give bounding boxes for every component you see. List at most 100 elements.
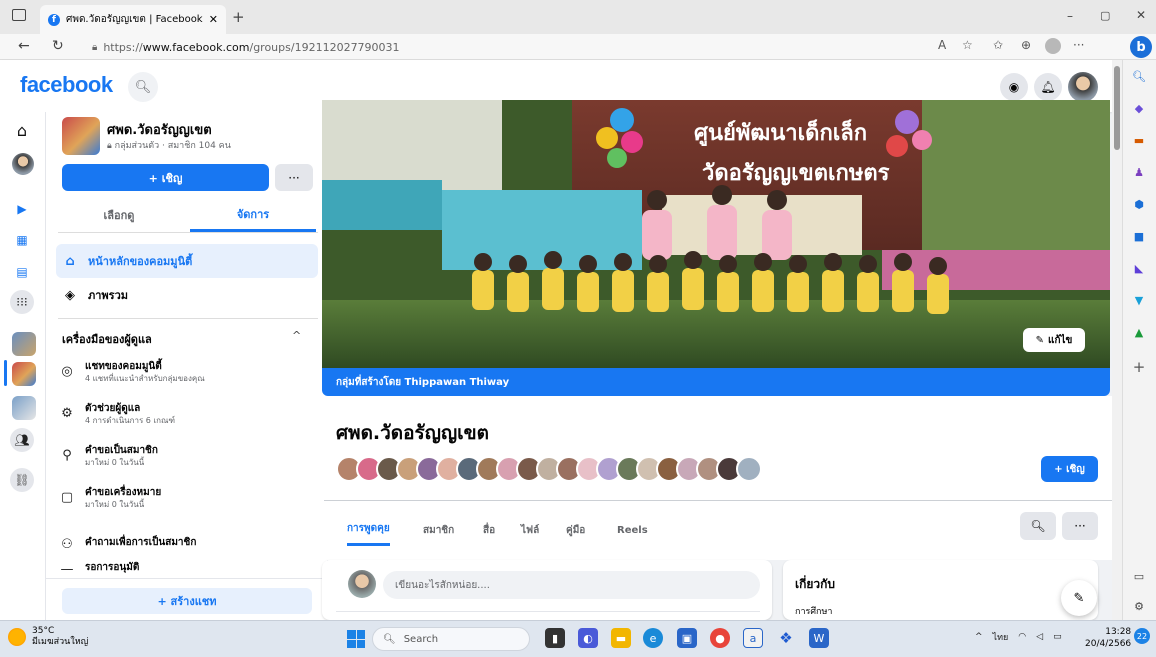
sidebar-toolbox-icon[interactable]: ▬: [1131, 134, 1147, 148]
input-language[interactable]: ไทย: [993, 630, 1009, 644]
panel-tab-browse[interactable]: เลือกดู: [56, 198, 182, 232]
tab-actions-icon[interactable]: [12, 9, 26, 21]
chevron-up-icon[interactable]: ^: [292, 329, 301, 342]
word-icon[interactable]: W: [809, 628, 829, 648]
group-shortcut-2[interactable]: [12, 396, 36, 420]
home-icon[interactable]: ⌂: [10, 118, 34, 142]
time: 13:28: [1105, 627, 1132, 637]
messenger-icon[interactable]: ◉: [1000, 73, 1028, 101]
docs-icon[interactable]: a: [743, 628, 763, 648]
group-shortcut-current[interactable]: [12, 362, 36, 386]
group-more-icon[interactable]: ···: [1062, 512, 1098, 540]
close-tab-icon[interactable]: ✕: [209, 13, 218, 26]
sidebar-games-icon[interactable]: ♟: [1131, 166, 1147, 180]
file-explorer-icon[interactable]: ▬: [611, 628, 631, 648]
favorite-star-icon[interactable]: ☆: [962, 38, 973, 52]
notifications-bell-icon[interactable]: 🔔︎: [1034, 73, 1062, 101]
more-options-icon[interactable]: ···: [1073, 38, 1084, 52]
tool-badge-requests[interactable]: ▢ คำขอเครื่องหมาย มาใหม่ 0 ในวันนี้: [58, 486, 161, 520]
tool-member-requests[interactable]: ⚲ คำขอเป็นสมาชิก มาใหม่ 0 ในวันนี้: [58, 444, 158, 478]
bing-copilot-icon[interactable]: b: [1130, 36, 1152, 58]
sidebar-tree-icon[interactable]: ▲: [1131, 326, 1147, 340]
minimize-icon[interactable]: –: [1067, 9, 1073, 23]
tab-members[interactable]: สมาชิก: [423, 514, 454, 546]
scrollbar-thumb[interactable]: [1114, 66, 1120, 150]
menu-grid-icon[interactable]: ⁝⁝⁝: [10, 290, 34, 314]
account-avatar[interactable]: [1068, 72, 1098, 102]
new-tab-icon[interactable]: +: [232, 8, 245, 26]
browser-tab[interactable]: f ศพด.วัดอรัญญเขต | Facebook ✕: [40, 5, 226, 34]
tab-reels[interactable]: Reels: [617, 514, 648, 546]
more-button[interactable]: ···: [275, 164, 313, 191]
composer-input[interactable]: เขียนอะไรสักหน่อย....: [383, 571, 760, 599]
facebook-search-icon[interactable]: 🔍︎: [128, 72, 158, 102]
marketplace-icon[interactable]: ▦: [10, 228, 34, 252]
create-chat-button[interactable]: + สร้างแชท: [62, 588, 312, 614]
lock-icon: 🔒︎: [92, 41, 98, 53]
teams-icon[interactable]: ◐: [578, 628, 598, 648]
group-shortcut-1[interactable]: [12, 332, 36, 356]
group-thumbnail[interactable]: [62, 117, 100, 155]
invite-main-button[interactable]: + เชิญ: [1041, 456, 1098, 482]
watch-icon[interactable]: ▶: [10, 197, 34, 221]
new-message-icon[interactable]: ✎: [1061, 580, 1097, 616]
notification-badge[interactable]: 22: [1134, 628, 1150, 644]
sidebar-tag-icon[interactable]: ◆: [1131, 102, 1147, 116]
invite-button[interactable]: + เชิญ: [62, 164, 269, 191]
sidebar-add-icon[interactable]: +: [1131, 358, 1147, 376]
read-aloud-icon[interactable]: A: [938, 38, 946, 52]
sidebar-search-icon[interactable]: 🔍︎: [1131, 70, 1147, 84]
tool-admin-assist[interactable]: ⚙ ตัวช่วยผู้ดูแล 4 การดำเนินการ 6 เกณฑ์: [58, 402, 175, 436]
collections-icon[interactable]: ⊕: [1021, 38, 1031, 52]
weather-widget[interactable]: 35°C มีเมฆส่วนใหญ่: [8, 626, 88, 648]
taskbar-search[interactable]: 🔍︎ Search: [372, 627, 530, 651]
groups-icon[interactable]: 👥︎: [10, 428, 34, 452]
group-name[interactable]: ศพด.วัดอรัญญเขต: [107, 119, 212, 140]
favorites-icon[interactable]: ✩: [993, 38, 1003, 52]
dropbox-icon[interactable]: ❖: [776, 628, 796, 648]
system-tray[interactable]: ^ ไทย ◠ ◁ ▭: [975, 630, 1062, 644]
wifi-icon[interactable]: ◠: [1018, 632, 1026, 642]
cover-photo[interactable]: ศูนย์พัฒนาเด็กเล็ก วัดอรัญญเขตเกษตร: [322, 100, 1110, 368]
back-icon[interactable]: ←: [18, 38, 30, 54]
nav-community-home[interactable]: ⌂ หน้าหลักของคอมมูนิตี้: [56, 244, 318, 278]
tab-files[interactable]: ไฟล์: [521, 514, 539, 546]
profile-avatar-icon[interactable]: [1045, 38, 1061, 54]
url-field[interactable]: 🔒︎ https://www.facebook.com/groups/19211…: [92, 37, 400, 57]
tray-chevron-icon[interactable]: ^: [975, 632, 983, 642]
chrome-icon[interactable]: ●: [710, 628, 730, 648]
nav-overview[interactable]: ◈ ภาพรวม: [56, 278, 318, 312]
link-icon[interactable]: ⛓: [10, 468, 34, 492]
sidebar-designer-icon[interactable]: ◣: [1131, 262, 1147, 276]
composer-avatar[interactable]: [348, 570, 376, 598]
tab-guides[interactable]: คู่มือ: [566, 514, 585, 546]
edit-cover-button[interactable]: ✎ แก้ไข: [1023, 328, 1085, 352]
member-avatars[interactable]: [336, 456, 762, 484]
edge-icon[interactable]: e: [643, 628, 663, 648]
sidebar-split-icon[interactable]: ▭: [1131, 570, 1147, 584]
facebook-logo[interactable]: facebook: [20, 72, 113, 98]
panel-tab-manage[interactable]: จัดการ: [190, 198, 316, 232]
windows-start-icon[interactable]: [347, 630, 365, 648]
store-icon[interactable]: ▣: [677, 628, 697, 648]
member-avatar[interactable]: [736, 456, 762, 482]
restore-icon[interactable]: ▢: [1100, 9, 1110, 22]
gear-icon: ⚙: [61, 406, 73, 421]
task-view-icon[interactable]: ▮: [545, 628, 565, 648]
tool-community-chats[interactable]: ◎ แชทของคอมมูนิตี้ 4 แชทที่แนะนำสำหรับกลุ…: [58, 360, 204, 394]
sidebar-office-icon[interactable]: ⬢: [1131, 198, 1147, 212]
sidebar-drop-icon[interactable]: ▼: [1131, 294, 1147, 308]
feeds-icon[interactable]: ▤: [10, 260, 34, 284]
refresh-icon[interactable]: ↻: [52, 38, 64, 54]
volume-icon[interactable]: ◁: [1036, 632, 1043, 642]
sidebar-settings-icon[interactable]: ⚙: [1131, 600, 1147, 614]
battery-icon[interactable]: ▭: [1053, 632, 1062, 642]
tab-media[interactable]: สื่อ: [483, 514, 495, 546]
sidebar-outlook-icon[interactable]: ■: [1131, 230, 1147, 244]
taskbar-clock[interactable]: 13:28 20/4/2566: [1085, 626, 1131, 650]
rail-profile-avatar[interactable]: [12, 153, 34, 175]
tab-discussion[interactable]: การพูดคุย: [347, 514, 390, 546]
close-window-icon[interactable]: ✕: [1136, 8, 1146, 22]
home-icon: ⌂: [65, 253, 75, 269]
group-search-icon[interactable]: 🔍︎: [1020, 512, 1056, 540]
